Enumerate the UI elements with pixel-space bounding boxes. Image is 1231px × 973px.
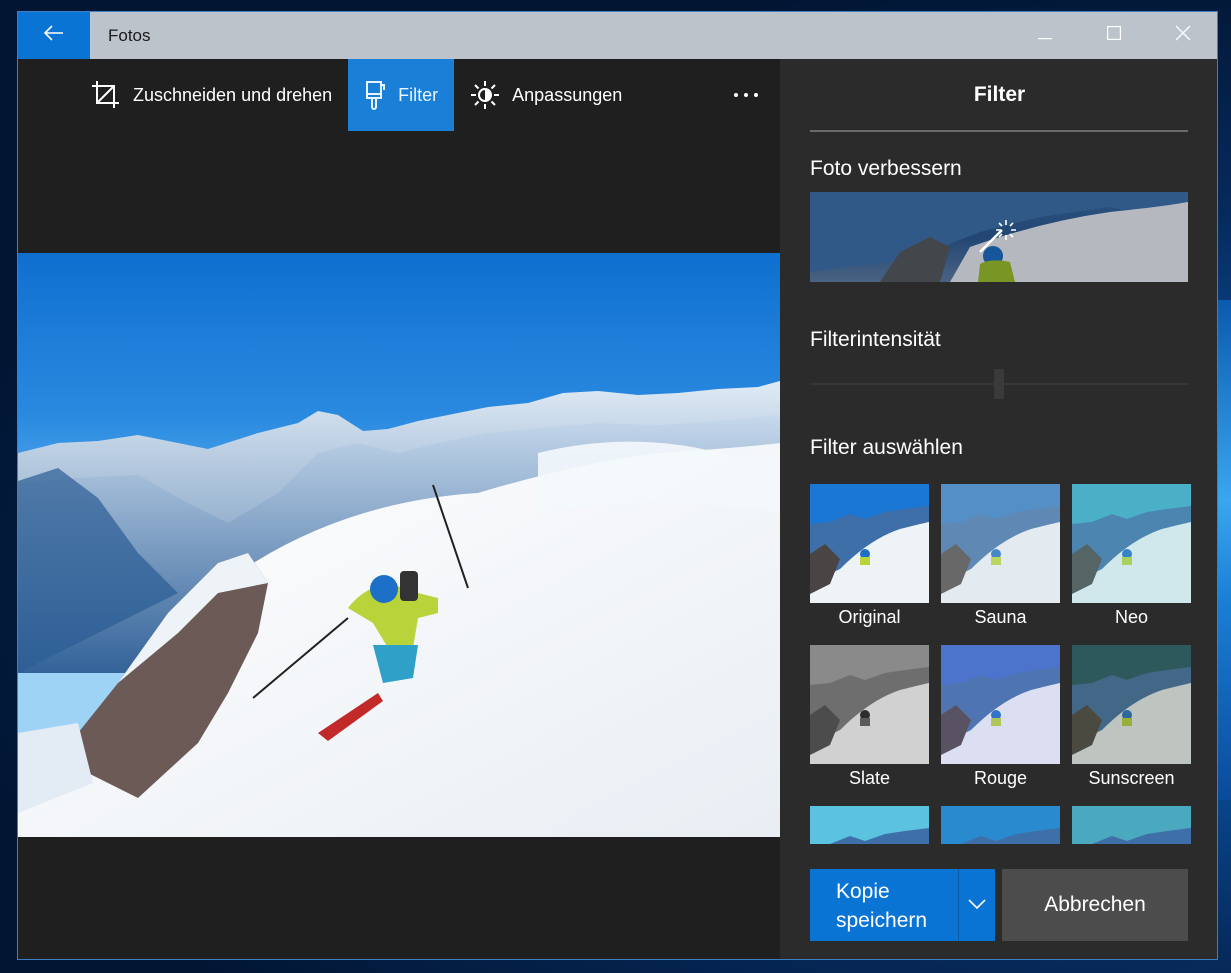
action-buttons: Kopie speichern Abbrechen [810,869,1188,941]
magic-wand-icon [978,218,1018,259]
close-icon [1175,25,1191,46]
filter-option[interactable] [810,806,929,844]
brightness-icon [470,80,500,110]
tool-crop-rotate[interactable]: Zuschneiden und drehen [75,59,348,131]
more-ellipsis-icon [734,93,738,97]
chevron-down-icon [968,896,986,914]
filter-option[interactable]: Original [810,484,929,645]
filter-name: Sauna [974,607,1027,627]
maximize-button[interactable] [1079,12,1148,59]
filter-thumbnail [810,645,929,764]
close-button[interactable] [1148,12,1217,59]
filter-option[interactable]: Sunscreen [1072,645,1191,806]
more-dot [744,93,748,97]
filter-name: Sunscreen [1088,768,1175,788]
save-copy-button[interactable]: Kopie speichern [810,869,958,941]
save-label-line2: speichern [836,909,928,932]
title-bar: Fotos [18,12,1217,59]
paintbrush-icon [364,80,386,110]
enhance-label: Foto verbessern [810,157,962,180]
tool-label: Zuschneiden und drehen [133,84,333,105]
filter-thumbnail [1072,806,1191,844]
editor-area: Zuschneiden und drehen Filter Anpassunge… [18,59,780,959]
photos-app-window: Fotos Zuschneiden und drehen Filter Anpa… [17,11,1218,960]
filter-name: Rouge [973,768,1028,788]
minimize-icon [1037,27,1052,45]
filter-thumbnail [1072,484,1191,603]
filter-thumbnail [941,645,1060,764]
crop-rotate-icon [91,80,121,110]
maximize-icon [1106,26,1121,45]
tool-label: Filter [398,84,439,105]
minimize-button[interactable] [1010,12,1079,59]
save-options-dropdown[interactable] [958,869,995,941]
back-button[interactable] [18,12,90,59]
filter-thumbnail [941,806,1060,844]
tool-filter[interactable]: Filter [348,59,455,131]
filter-option[interactable] [1072,806,1191,844]
more-options-button[interactable] [726,75,766,115]
app-title: Fotos [108,25,151,45]
filter-option[interactable]: Rouge [941,645,1060,806]
filter-list[interactable]: Original Sauna Neo Slate Rouge Sunscreen [810,484,1194,844]
more-dot [754,93,758,97]
filter-intensity-slider[interactable] [810,369,1188,399]
photo-preview [18,253,780,837]
cancel-button[interactable]: Abbrechen [1002,869,1188,941]
edit-toolbar: Zuschneiden und drehen Filter Anpassunge… [18,59,780,131]
choose-filter-label: Filter auswählen [810,436,963,459]
slider-thumb[interactable] [994,369,1004,399]
tool-label: Anpassungen [512,84,623,105]
arrow-left-icon [43,25,64,46]
panel-title: Filter [973,83,1026,106]
enhance-photo-button[interactable] [810,192,1188,282]
panel-divider [810,130,1188,132]
filter-thumbnail [810,806,929,844]
intensity-label: Filterintensität [810,328,941,351]
save-label-line1: Kopie [836,880,890,903]
filter-panel: Filter Foto verbessern Filterintensität … [780,59,1217,959]
filter-option[interactable]: Neo [1072,484,1191,645]
filter-name: Original [838,607,901,627]
filter-thumbnail [941,484,1060,603]
tool-adjustments[interactable]: Anpassungen [454,59,638,131]
filter-option[interactable]: Slate [810,645,929,806]
filter-option[interactable]: Sauna [941,484,1060,645]
filter-name: Neo [1114,607,1149,627]
filter-name: Slate [848,768,891,788]
filter-thumbnail [810,484,929,603]
filter-thumbnail [1072,645,1191,764]
filter-option[interactable] [941,806,1060,844]
